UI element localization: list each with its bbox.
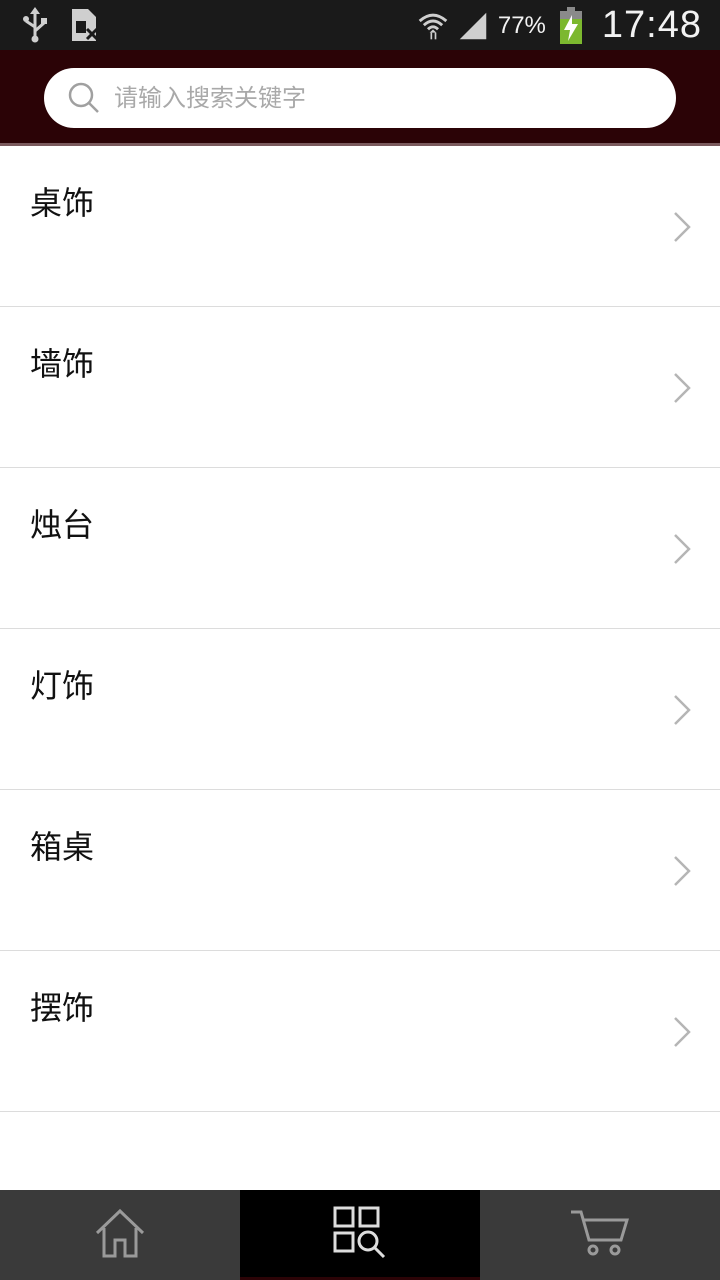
category-item[interactable]: 烛台 [0, 468, 720, 629]
category-item[interactable]: 灯饰 [0, 629, 720, 790]
status-bar: 77% 17:48 [0, 0, 720, 50]
category-label: 箱桌 [30, 828, 95, 866]
chevron-right-icon [672, 693, 692, 727]
chevron-right-icon [672, 854, 692, 888]
tab-cart[interactable] [480, 1190, 720, 1280]
search-icon [68, 82, 100, 114]
clock: 17:48 [601, 4, 702, 46]
category-item[interactable]: 墙饰 [0, 307, 720, 468]
category-label: 墙饰 [30, 345, 95, 383]
battery-percent: 77% [497, 11, 546, 39]
cart-icon [569, 1208, 631, 1262]
search-bar[interactable] [44, 68, 676, 128]
header [0, 50, 720, 146]
category-label: 烛台 [30, 506, 95, 544]
category-item[interactable]: 摆饰 [0, 951, 720, 1112]
chevron-right-icon [672, 532, 692, 566]
chevron-right-icon [672, 1015, 692, 1049]
sim-card-icon [70, 6, 100, 44]
category-label: 桌饰 [30, 184, 95, 222]
bottom-nav [0, 1190, 720, 1280]
category-label: 摆饰 [30, 989, 95, 1027]
chevron-right-icon [672, 371, 692, 405]
search-input[interactable] [114, 84, 634, 112]
signal-icon [458, 7, 488, 45]
category-item[interactable]: 箱桌 [0, 790, 720, 951]
home-icon [93, 1206, 147, 1264]
category-list: 桌饰 墙饰 烛台 灯饰 箱桌 摆饰 [0, 146, 720, 1112]
category-item[interactable]: 桌饰 [0, 146, 720, 307]
wifi-icon [418, 7, 448, 45]
chevron-right-icon [672, 210, 692, 244]
tab-category[interactable] [240, 1190, 480, 1280]
app-screen: 77% 17:48 桌 [0, 0, 720, 1280]
tab-home[interactable] [0, 1190, 240, 1280]
battery-charging-icon [556, 6, 586, 45]
usb-icon [20, 6, 50, 44]
category-search-icon [332, 1205, 388, 1263]
category-label: 灯饰 [30, 667, 95, 705]
